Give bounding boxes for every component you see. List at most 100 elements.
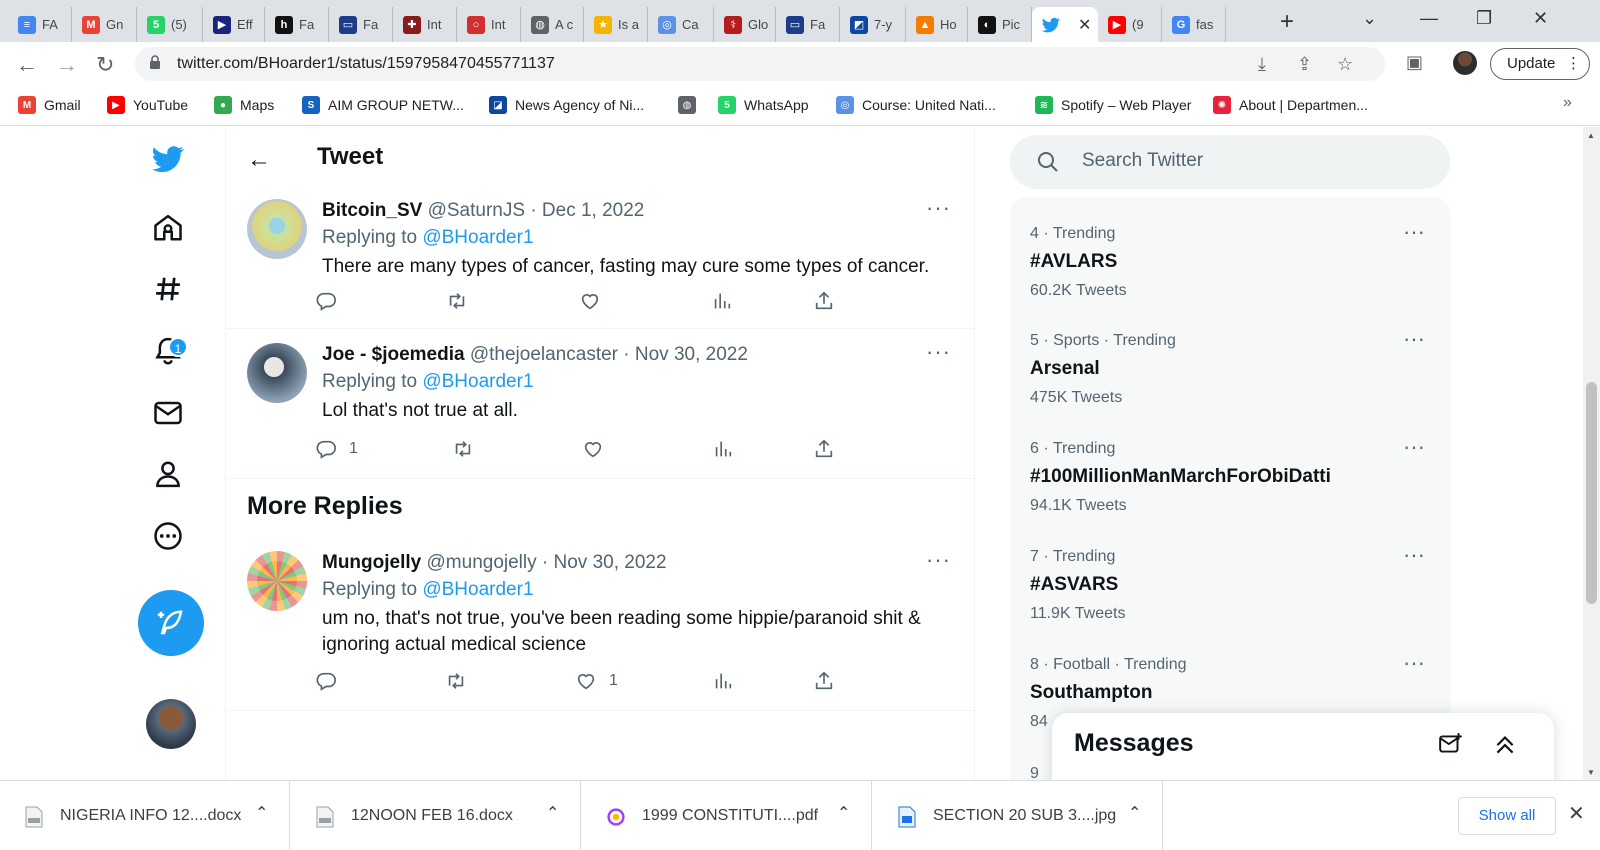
twitter-logo-icon[interactable] (152, 143, 184, 175)
like-action[interactable]: 1 (575, 670, 618, 692)
back-arrow-icon[interactable]: ← (247, 146, 271, 174)
retweet-action[interactable] (445, 670, 467, 692)
chevron-up-icon[interactable]: ⌃ (1128, 803, 1141, 823)
views-action[interactable] (711, 290, 733, 312)
browser-tab[interactable]: ✕ (1032, 7, 1098, 42)
browser-tab[interactable]: ≡ FA (8, 7, 72, 42)
trend-item[interactable]: 7 · Trending #ASVARS 11.9K Tweets ··· (1030, 542, 1435, 623)
close-shelf-icon[interactable]: ✕ (1568, 801, 1585, 826)
browser-tab[interactable]: ▲ Ho (906, 7, 968, 42)
more-menu-icon[interactable]: ··· (1403, 650, 1425, 676)
author-name[interactable]: Joe - $joemedia (322, 344, 465, 365)
restore-button[interactable]: ❐ (1476, 8, 1492, 29)
browser-tab[interactable]: ⚕ Glo (714, 7, 776, 42)
home-icon[interactable] (152, 212, 184, 244)
browser-tab[interactable]: Gfas (1162, 7, 1226, 42)
replying-to-link[interactable]: @BHoarder1 (422, 227, 533, 248)
trend-item[interactable]: 6 · Trending #100MillionManMarchForObiDa… (1030, 434, 1435, 515)
trend-name[interactable]: Arsenal (1030, 358, 1435, 380)
download-item[interactable]: NIGERIA INFO 12....docx ⌃ (0, 781, 290, 850)
reply-tweet[interactable]: Joe - $joemedia @thejoelancaster · Nov 3… (227, 331, 975, 479)
reply-tweet[interactable]: Mungojelly @mungojelly · Nov 30, 2022 ··… (227, 539, 975, 711)
bookmark-star-icon[interactable]: ☆ (1337, 54, 1353, 75)
avatar[interactable] (247, 551, 307, 611)
browser-tab[interactable]: ◐ Pic (968, 7, 1032, 42)
messages-envelope-icon[interactable] (152, 397, 184, 429)
minimize-button[interactable]: — (1420, 8, 1438, 29)
retweet-action[interactable] (446, 290, 468, 312)
chevron-up-icon[interactable]: ⌃ (546, 803, 559, 823)
bookmark-item[interactable]: ◍ (678, 96, 704, 114)
share-action[interactable] (813, 438, 835, 460)
account-avatar[interactable] (146, 699, 196, 749)
forward-button[interactable]: → (56, 52, 78, 78)
profile-person-icon[interactable] (152, 458, 184, 490)
browser-tab[interactable]: ◍ A c (521, 7, 584, 42)
trend-name[interactable]: #ASVARS (1030, 574, 1435, 596)
reply-tweet[interactable]: Bitcoin_SV @SaturnJS · Dec 1, 2022 ··· R… (227, 187, 975, 329)
like-action[interactable] (582, 438, 616, 460)
messages-drawer[interactable]: Messages (1052, 713, 1554, 780)
update-button[interactable]: Update ⋮ (1490, 48, 1590, 80)
browser-tab[interactable]: ◩ 7-y (840, 7, 906, 42)
compose-tweet-button[interactable] (138, 590, 204, 656)
url-text[interactable]: twitter.com/BHoarder1/status/15979584704… (177, 55, 555, 73)
more-menu-icon[interactable]: ··· (1403, 542, 1425, 568)
reply-action[interactable] (315, 290, 349, 312)
author-name[interactable]: Mungojelly (322, 552, 421, 573)
close-window-button[interactable]: ✕ (1533, 8, 1548, 29)
browser-tab[interactable]: M Gn (72, 7, 137, 42)
kebab-menu-icon[interactable]: ⋮ (1566, 49, 1581, 79)
new-tab-button[interactable]: + (1280, 8, 1294, 36)
trend-item[interactable]: 5 · Sports · Trending Arsenal 475K Tweet… (1030, 326, 1435, 407)
retweet-action[interactable] (452, 438, 474, 460)
browser-tab[interactable]: ★ Is a (584, 7, 648, 42)
browser-tab[interactable]: ▭ Fa (329, 7, 393, 42)
side-panel-icon[interactable]: ▣ (1406, 52, 1423, 73)
search-input[interactable]: Search Twitter (1010, 135, 1450, 189)
author-handle-date[interactable]: @thejoelancaster · Nov 30, 2022 (470, 344, 748, 365)
search-placeholder[interactable]: Search Twitter (1082, 150, 1203, 172)
trend-item[interactable]: 4 · Trending #AVLARS 60.2K Tweets ··· (1030, 219, 1435, 300)
download-item[interactable]: 1999 CONSTITUTI....pdf ⌃ (582, 781, 872, 850)
more-menu-icon[interactable]: ··· (1403, 434, 1425, 460)
author-name[interactable]: Bitcoin_SV (322, 200, 422, 221)
page-scrollbar[interactable]: ▲ ▼ (1583, 127, 1600, 780)
bookmark-item[interactable]: S AIM GROUP NETW... (302, 96, 464, 114)
browser-tab[interactable]: h Fa (265, 7, 329, 42)
more-options-icon[interactable] (152, 520, 184, 552)
avatar[interactable] (247, 343, 307, 403)
bookmark-item[interactable]: ✺ About | Departmen... (1213, 96, 1368, 114)
share-action[interactable] (813, 290, 835, 312)
bookmark-item[interactable]: ◪ News Agency of Ni... (489, 96, 644, 114)
tab-search-chevron-icon[interactable]: ⌄ (1362, 8, 1377, 29)
replying-to-link[interactable]: @BHoarder1 (422, 371, 533, 392)
browser-tab[interactable]: ◎ Ca (648, 7, 714, 42)
bookmarks-overflow-icon[interactable]: » (1563, 94, 1572, 112)
scroll-up-arrow-icon[interactable]: ▲ (1587, 131, 1595, 140)
close-tab-icon[interactable]: ✕ (1078, 15, 1091, 35)
author-handle-date[interactable]: @SaturnJS · Dec 1, 2022 (428, 200, 645, 221)
chevron-up-icon[interactable]: ⌃ (837, 803, 850, 823)
scrollbar-thumb[interactable] (1586, 382, 1597, 604)
new-message-icon[interactable] (1438, 731, 1464, 757)
show-all-button[interactable]: Show all (1458, 797, 1556, 835)
views-action[interactable] (712, 670, 734, 692)
reply-action[interactable]: 1 (315, 438, 358, 460)
reload-button[interactable]: ↻ (96, 52, 114, 78)
download-item[interactable]: SECTION 20 SUB 3....jpg ⌃ (873, 781, 1163, 850)
avatar[interactable] (247, 199, 307, 259)
expand-chevrons-up-icon[interactable] (1492, 731, 1518, 757)
bookmark-item[interactable]: 5 WhatsApp (718, 96, 809, 114)
like-action[interactable] (579, 290, 613, 312)
more-menu-icon[interactable]: ··· (926, 547, 951, 573)
reply-action[interactable] (315, 670, 349, 692)
address-bar[interactable]: twitter.com/BHoarder1/status/15979584704… (135, 47, 1385, 81)
trend-name[interactable]: Southampton (1030, 682, 1435, 704)
bookmark-item[interactable]: ≋ Spotify – Web Player (1035, 96, 1191, 114)
bookmark-item[interactable]: ◎ Course: United Nati... (836, 96, 996, 114)
browser-tab[interactable]: ▶ Eff (203, 7, 265, 42)
bookmark-item[interactable]: ▶ YouTube (107, 96, 188, 114)
replying-to-link[interactable]: @BHoarder1 (422, 579, 533, 600)
share-action[interactable] (813, 670, 835, 692)
